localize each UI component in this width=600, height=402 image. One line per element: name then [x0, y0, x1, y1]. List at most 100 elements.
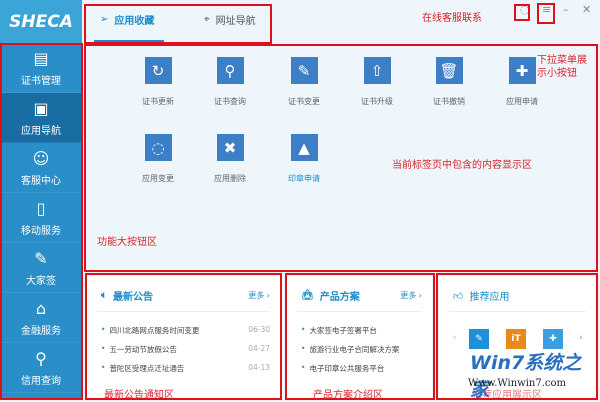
sidebar-item-sign[interactable]: ✎ 大家签 — [0, 243, 82, 293]
list-item[interactable]: 普陀区受理点迁址通告 04-13 — [101, 363, 270, 374]
app-label: 印章申请 — [288, 174, 320, 183]
panel-title: 产品方案 — [319, 292, 360, 303]
app-item[interactable]: ⚲ 证书查询 — [195, 57, 265, 107]
watermark-url: Www.Winwin7.com — [468, 378, 566, 389]
sidebar-item-label: 大家签 — [26, 275, 56, 287]
sheca-logo: SHECA — [0, 0, 82, 43]
app-label: 证书撤销 — [433, 97, 465, 106]
app-item[interactable]: ✎ 证书变更 — [269, 57, 339, 107]
location-icon: ⌖ — [204, 14, 210, 25]
notice-panel: 🔈︎ 最新公告 更多 › 四川北路网点服务时间变更 06-30 五一劳动节放假公告 0… — [87, 276, 280, 398]
sidebar-item-finance[interactable]: ⌂ 金融服务 — [0, 293, 82, 343]
annotation-label: 最新公告通知区 — [104, 390, 174, 401]
tab-label: 网址导航 — [215, 16, 256, 27]
sidebar: SHECA ▤ 证书管理 ▣ 应用导航 ☺ 客服中心 ▯ 移动服务 ✎ 大家签 ⌂ 金融服务… — [0, 0, 82, 400]
menu-icon[interactable]: ≡ — [542, 3, 551, 16]
app-label: 应用申请 — [506, 97, 538, 106]
divider — [297, 311, 422, 312]
list-item[interactable]: 旅游行业电子合同解决方案 — [301, 344, 422, 355]
next-arrow-icon[interactable]: › — [579, 333, 583, 343]
top-bar: ➢ 应用收藏 ⌖ 网址导航 ◌ ≡ – ✕ — [82, 0, 600, 43]
sidebar-item-label: 客服中心 — [21, 175, 61, 187]
list-item[interactable]: 大家签电子签署平台 — [301, 325, 422, 336]
watermark-title: Win7系统之家 — [470, 352, 582, 401]
panel-title: 最新公告 — [113, 292, 153, 303]
stamp-icon: ▲ — [290, 134, 318, 161]
panel-title: 推荐应用 — [469, 292, 510, 303]
sidebar-item-label: 证书管理 — [21, 75, 61, 87]
item-text: 电子印章公共服务平台 — [309, 364, 385, 373]
annotation-label: 在线客服联系 — [422, 13, 482, 24]
search-icon: ⚲ — [216, 57, 244, 84]
minimize-button[interactable]: – — [563, 3, 569, 16]
phone-icon: ▯ — [36, 198, 46, 218]
app-label: 应用删除 — [214, 174, 246, 183]
puzzle-icon: ✚ — [508, 57, 536, 84]
recommend-app[interactable]: ✎ — [469, 329, 489, 349]
annotation-label: 当前标签页中包含的内容显示区 — [392, 160, 532, 171]
sidebar-item-credit[interactable]: ⚲ 信用查询 — [0, 343, 82, 393]
cart-delete-icon: ✖ — [216, 134, 244, 161]
certificate-icon: ▤ — [33, 48, 49, 68]
app-item[interactable]: ▲ 印章申请 — [269, 134, 339, 184]
app-label: 证书升级 — [361, 97, 393, 106]
sidebar-item-service[interactable]: ☺ 客服中心 — [0, 143, 82, 193]
upgrade-icon: ⇧ — [363, 57, 391, 84]
bank-icon: ⌂ — [35, 298, 47, 318]
sidebar-item-label: 金融服务 — [21, 325, 61, 337]
annotation-label: 产品方案介绍区 — [313, 390, 383, 401]
bag-icon: 👜︎ — [301, 290, 314, 301]
app-label: 证书变更 — [288, 97, 320, 106]
item-text: 四川北路网点服务时间变更 — [109, 326, 200, 335]
product-panel: 👜︎ 产品方案 更多 › 大家签电子签署平台 旅游行业电子合同解决方案 电子印章公… — [287, 276, 432, 398]
annotation-label: 功能大按钮区 — [97, 237, 157, 248]
tab-favorites[interactable]: ➢ 应用收藏 — [100, 12, 154, 27]
send-icon: ➢ — [100, 14, 109, 25]
app-label: 证书更新 — [142, 97, 174, 106]
item-text: 旅游行业电子合同解决方案 — [309, 345, 400, 354]
list-item[interactable]: 五一劳动节放假公告 04-27 — [101, 344, 270, 355]
sign-icon: ✎ — [34, 248, 48, 268]
edit-icon: ✎ — [290, 57, 318, 84]
chat-icon[interactable]: ◌ — [520, 3, 530, 16]
recommend-app[interactable]: ✚ — [543, 329, 563, 349]
app-item[interactable]: ⇧ 证书升级 — [342, 57, 412, 107]
app-item[interactable]: 🗑︎ 证书撤销 — [414, 57, 484, 107]
sidebar-item-cert[interactable]: ▤ 证书管理 — [0, 43, 82, 93]
list-item[interactable]: 电子印章公共服务平台 — [301, 363, 422, 374]
sidebar-item-label: 应用导航 — [21, 125, 61, 137]
sidebar-item-app-nav[interactable]: ▣ 应用导航 — [0, 93, 82, 143]
thumbs-up-icon: 👍︎ — [453, 290, 464, 302]
speaker-icon: 🔈︎ — [101, 290, 107, 301]
tab-label: 应用收藏 — [114, 16, 155, 27]
active-tab-indicator — [94, 40, 164, 42]
more-link[interactable]: 更多 › — [248, 290, 270, 301]
item-text: 大家签电子签署平台 — [309, 326, 377, 335]
divider — [449, 311, 586, 312]
sidebar-item-label: 信用查询 — [21, 375, 61, 387]
app-item[interactable]: ✖ 应用删除 — [195, 134, 265, 184]
app-item[interactable]: ↻ 证书更新 — [123, 57, 193, 107]
trash-icon: 🗑︎ — [435, 57, 463, 84]
app-label: 应用变更 — [142, 174, 174, 183]
refresh-icon: ↻ — [144, 57, 172, 84]
divider — [97, 311, 270, 312]
user-icon: ☺ — [32, 148, 50, 168]
item-text: 五一劳动节放假公告 — [109, 345, 177, 354]
annotation-label: 示小按钮 — [537, 68, 577, 79]
item-text: 普陀区受理点迁址通告 — [109, 364, 185, 373]
prev-arrow-icon[interactable]: ‹ — [453, 333, 457, 343]
loading-icon: ◌ — [144, 134, 172, 161]
close-button[interactable]: ✕ — [582, 3, 591, 16]
sidebar-item-mobile[interactable]: ▯ 移动服务 — [0, 193, 82, 243]
list-item[interactable]: 四川北路网点服务时间变更 06-30 — [101, 325, 270, 336]
more-link[interactable]: 更多 › — [400, 290, 422, 301]
tab-url-nav[interactable]: ⌖ 网址导航 — [204, 12, 256, 27]
item-date: 04-13 — [248, 363, 270, 372]
app-item[interactable]: ◌ 应用变更 — [123, 134, 193, 184]
item-date: 06-30 — [248, 325, 270, 334]
search-icon: ⚲ — [35, 348, 47, 368]
recommend-app[interactable]: iT — [506, 329, 526, 349]
app-label: 证书查询 — [214, 97, 246, 106]
sidebar-item-label: 移动服务 — [21, 225, 61, 237]
